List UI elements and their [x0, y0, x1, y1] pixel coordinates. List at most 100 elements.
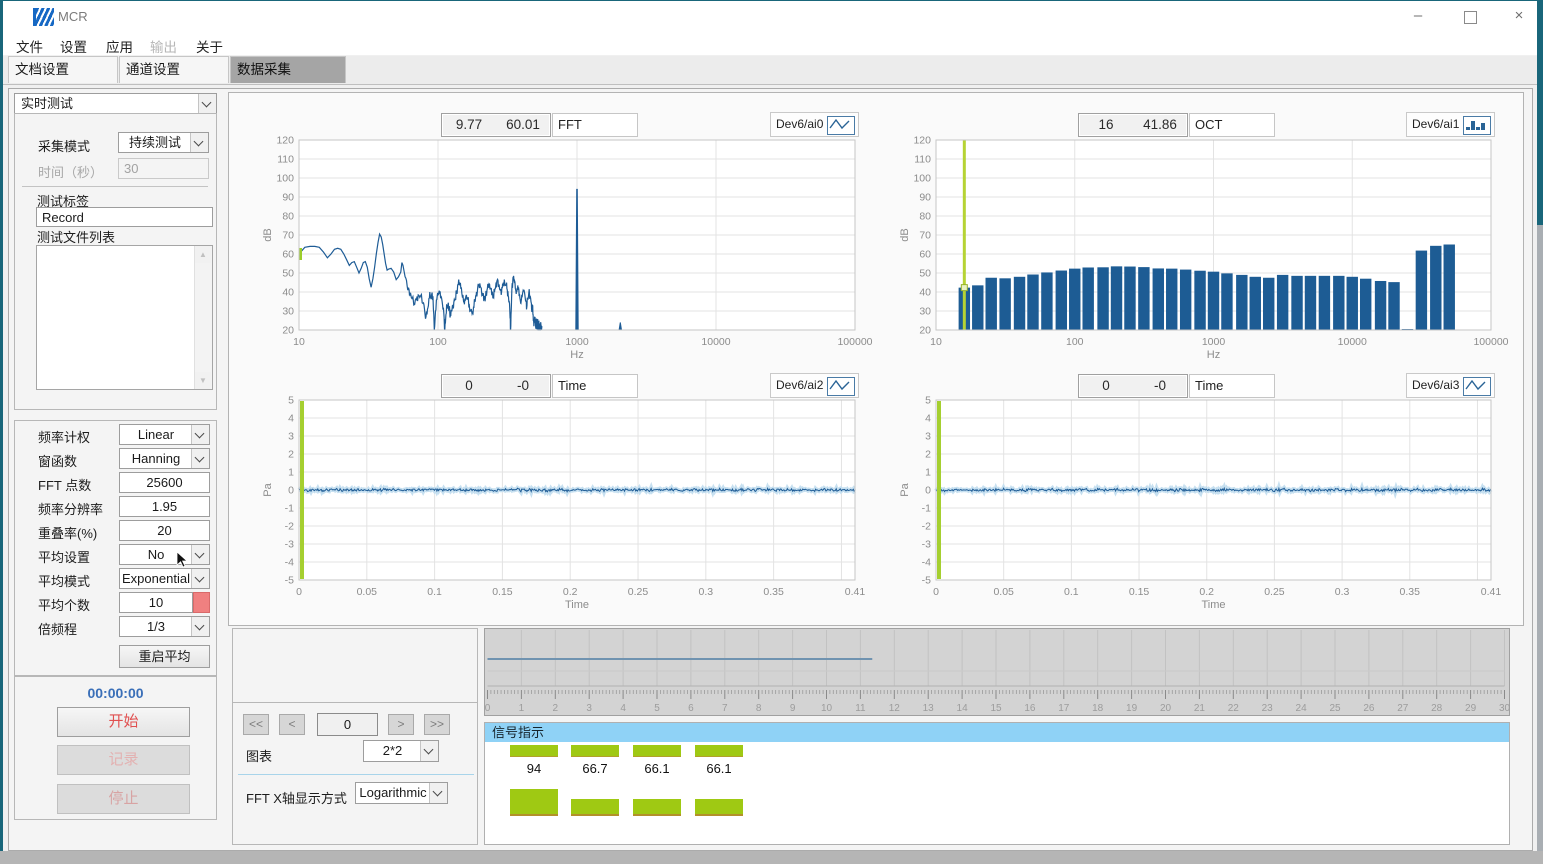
average-setting-label: 平均设置	[38, 547, 90, 566]
chart-layout-label: 图表	[246, 746, 272, 765]
menu-settings[interactable]: 设置	[60, 36, 87, 56]
time2-type-box[interactable]: Time	[552, 374, 638, 398]
menu-output: 输出	[150, 36, 177, 56]
fft-points-input[interactable]: 25600	[119, 472, 210, 493]
freq-weighting-select[interactable]: Linear	[119, 424, 210, 445]
menu-about[interactable]: 关于	[196, 36, 223, 56]
octave-fraction-select[interactable]: 1/3	[119, 616, 210, 637]
signal-level-bar	[571, 745, 619, 757]
average-count-input[interactable]: 10	[119, 592, 193, 613]
menu-file[interactable]: 文件	[16, 36, 43, 56]
chevron-down-icon[interactable]	[191, 449, 209, 468]
signal-level-bar	[510, 745, 558, 757]
chevron-down-icon[interactable]	[191, 425, 209, 444]
chevron-down-icon[interactable]	[191, 545, 209, 564]
signal-level-bar	[633, 745, 681, 757]
chevron-down-icon[interactable]	[198, 94, 216, 113]
acq-mode-select[interactable]: 持续测试	[118, 132, 209, 153]
chart-layout-select[interactable]: 2*2	[363, 740, 439, 762]
average-setting-select[interactable]: No	[119, 544, 210, 565]
page-number-input[interactable]: 0	[317, 713, 378, 736]
chevron-down-icon[interactable]	[429, 783, 447, 803]
maximize-button[interactable]	[1464, 11, 1477, 24]
chevron-down-icon[interactable]	[191, 569, 209, 588]
file-list-label: 测试文件列表	[37, 227, 115, 246]
freq-resolution-label: 频率分辨率	[38, 499, 103, 518]
time-label: 时间（秒）	[38, 162, 103, 181]
signal-level-bar	[571, 799, 619, 816]
minimize-button[interactable]: –	[1404, 6, 1432, 26]
last-page-button[interactable]: >>	[424, 714, 450, 735]
time2-channel-legend[interactable]: Dev6/ai2	[770, 373, 859, 398]
average-mode-select[interactable]: Exponential	[119, 568, 210, 589]
freq-resolution-input[interactable]: 1.95	[119, 496, 210, 517]
acq-mode-label: 采集模式	[38, 136, 90, 155]
average-count-label: 平均个数	[38, 595, 90, 614]
fft-cursor-readout: 9.77 60.01	[441, 113, 551, 137]
chevron-down-icon[interactable]	[191, 617, 209, 636]
line-series-icon	[827, 116, 855, 135]
start-button[interactable]: 开始	[57, 707, 190, 737]
oct-channel-legend[interactable]: Dev6/ai1	[1406, 112, 1495, 137]
signal-level-bar	[695, 745, 743, 757]
fft-axis-mode-select[interactable]: Logarithmic	[355, 782, 448, 804]
test-label-input[interactable]: Record	[36, 207, 213, 227]
time-input: 30	[118, 158, 209, 179]
average-count-indicator	[193, 592, 210, 613]
next-page-button[interactable]: >	[388, 714, 414, 735]
time3-channel-legend[interactable]: Dev6/ai3	[1406, 373, 1495, 398]
line-series-icon	[827, 377, 855, 396]
app-icon	[33, 8, 54, 26]
chevron-down-icon[interactable]	[190, 133, 208, 152]
tab-channel-settings[interactable]: 通道设置	[119, 56, 229, 83]
signal-value: 66.7	[571, 761, 619, 776]
window-function-label: 窗函数	[38, 451, 77, 470]
oct-type-box[interactable]: OCT	[1189, 113, 1275, 137]
menu-bar	[3, 32, 1540, 55]
fft-points-label: FFT 点数	[38, 475, 91, 494]
mouse-cursor	[176, 551, 190, 569]
close-button[interactable]: ×	[1505, 6, 1533, 26]
fft-channel-legend[interactable]: Dev6/ai0	[770, 112, 859, 137]
signal-level-bar	[510, 789, 558, 816]
empty-box	[232, 628, 478, 703]
signal-level-bar	[633, 799, 681, 816]
signal-value: 66.1	[633, 761, 681, 776]
signal-value: 66.1	[695, 761, 743, 776]
signal-indicator-title: 信号指示	[485, 723, 1509, 742]
divider	[238, 774, 474, 775]
time2-cursor-readout: 0 -0	[441, 374, 551, 398]
tab-data-acquisition[interactable]: 数据采集	[230, 56, 346, 83]
title-bar	[0, 0, 1543, 32]
menu-application[interactable]: 应用	[106, 36, 133, 56]
time3-type-box[interactable]: Time	[1189, 374, 1275, 398]
window-border	[1537, 225, 1543, 851]
first-page-button[interactable]: <<	[243, 714, 269, 735]
chart-panel	[228, 92, 1524, 626]
test-file-list[interactable]: ▲ ▼	[36, 245, 213, 390]
tab-document-settings[interactable]: 文档设置	[8, 56, 118, 83]
overlap-input[interactable]: 20	[119, 520, 210, 541]
scrollbar[interactable]: ▲ ▼	[194, 246, 212, 389]
scroll-up-icon[interactable]: ▲	[195, 246, 211, 263]
divider	[22, 186, 208, 187]
signal-level-bar	[695, 799, 743, 816]
octave-fraction-label: 倍频程	[38, 619, 77, 638]
window-border	[0, 0, 1543, 1]
elapsed-timer: 00:00:00	[14, 685, 217, 701]
test-mode-select[interactable]: 实时测试	[14, 93, 217, 114]
oct-cursor-readout: 16 41.86	[1078, 113, 1188, 137]
bar-series-icon	[1463, 116, 1491, 135]
window-function-select[interactable]: Hanning	[119, 448, 210, 469]
time3-cursor-readout: 0 -0	[1078, 374, 1188, 398]
restart-average-button[interactable]: 重启平均	[119, 645, 210, 668]
scroll-down-icon[interactable]: ▼	[195, 372, 211, 389]
window-title: MCR	[58, 9, 88, 24]
freq-weighting-label: 频率计权	[38, 427, 90, 446]
prev-page-button[interactable]: <	[279, 714, 305, 735]
fft-axis-mode-label: FFT X轴显示方式	[246, 788, 347, 807]
chevron-down-icon[interactable]	[420, 741, 438, 761]
fft-type-box[interactable]: FFT	[552, 113, 638, 137]
average-mode-label: 平均模式	[38, 571, 90, 590]
window-border	[0, 0, 3, 851]
